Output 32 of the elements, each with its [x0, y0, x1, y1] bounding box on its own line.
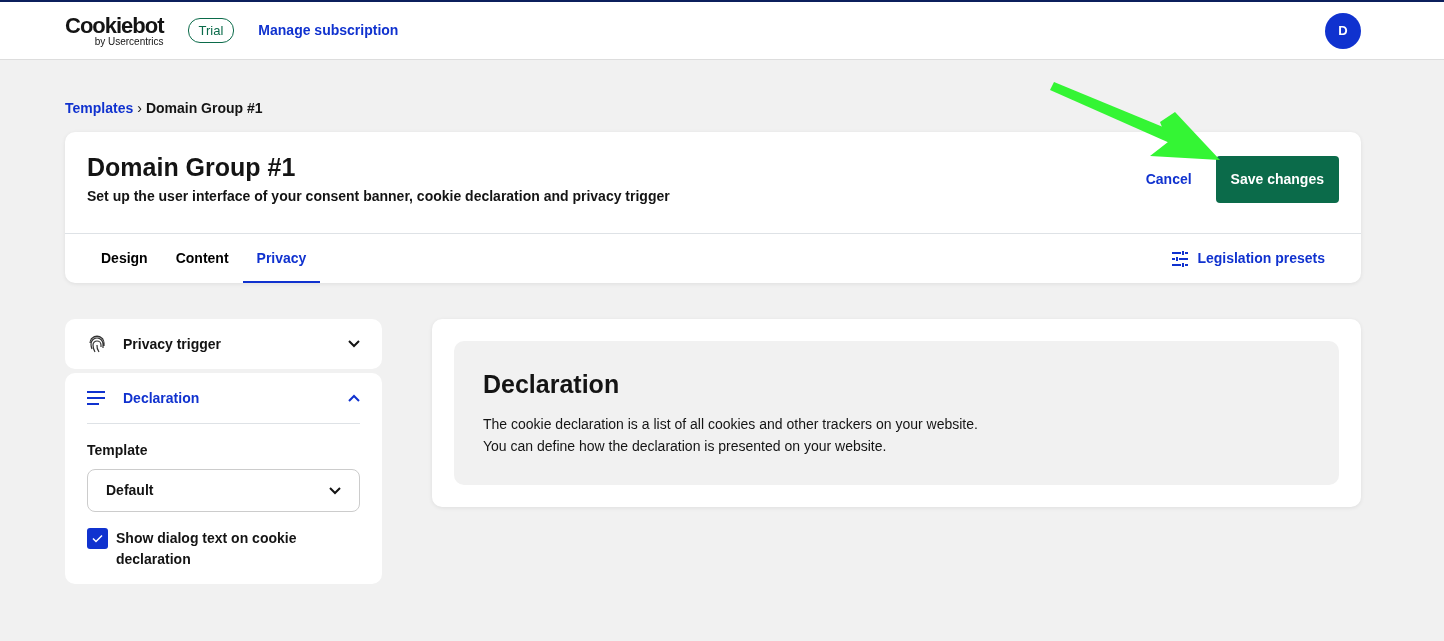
lines-icon — [87, 391, 105, 405]
user-avatar[interactable]: D — [1325, 12, 1361, 49]
sliders-icon — [1171, 249, 1190, 268]
page-subtitle: Set up the user interface of your consent banner, cookie declaration and privacy trigger — [87, 187, 670, 206]
tab[interactable]: Design — [87, 234, 162, 283]
breadcrumb-current: Domain Group #1 — [145, 99, 263, 118]
description-text: You can define how the declaration is presented on your website. — [483, 437, 888, 456]
check-icon — [92, 534, 103, 543]
section-heading: Declaration — [483, 369, 621, 399]
plan-badge: Trial — [187, 17, 235, 44]
field-label: Template — [87, 441, 149, 460]
chevron-down-icon — [329, 486, 341, 495]
tab[interactable]: Content — [161, 234, 243, 283]
manage-subscription-link[interactable]: Manage subscription — [258, 20, 399, 41]
breadcrumb-separator: › — [137, 99, 142, 118]
breadcrumb-link[interactable]: Templates — [65, 98, 134, 119]
fingerprint-icon — [87, 334, 107, 354]
chevron-up-icon — [348, 394, 360, 402]
logo[interactable]: Cookiebot — [65, 14, 164, 37]
tab[interactable]: Privacy — [242, 234, 321, 283]
chevron-down-icon — [348, 340, 360, 348]
accordion-header[interactable]: Privacy trigger — [87, 319, 360, 369]
checkbox-label: Show dialog text on cookie declaration — [116, 529, 298, 569]
logo-tagline: by Usercentrics — [93, 36, 164, 47]
checkbox[interactable] — [87, 528, 108, 549]
template-select[interactable]: Default — [87, 469, 360, 512]
accordion-header[interactable]: Declaration — [87, 373, 360, 423]
page-title: Domain Group #1 — [87, 152, 297, 182]
legislation-presets-link[interactable]: Legislation presets — [1171, 248, 1325, 269]
save-changes-button[interactable]: Save changes — [1215, 156, 1339, 203]
description-text: The cookie declaration is a list of all cookies and other trackers on your website. — [483, 415, 979, 434]
cancel-link[interactable]: Cancel — [1145, 169, 1192, 190]
